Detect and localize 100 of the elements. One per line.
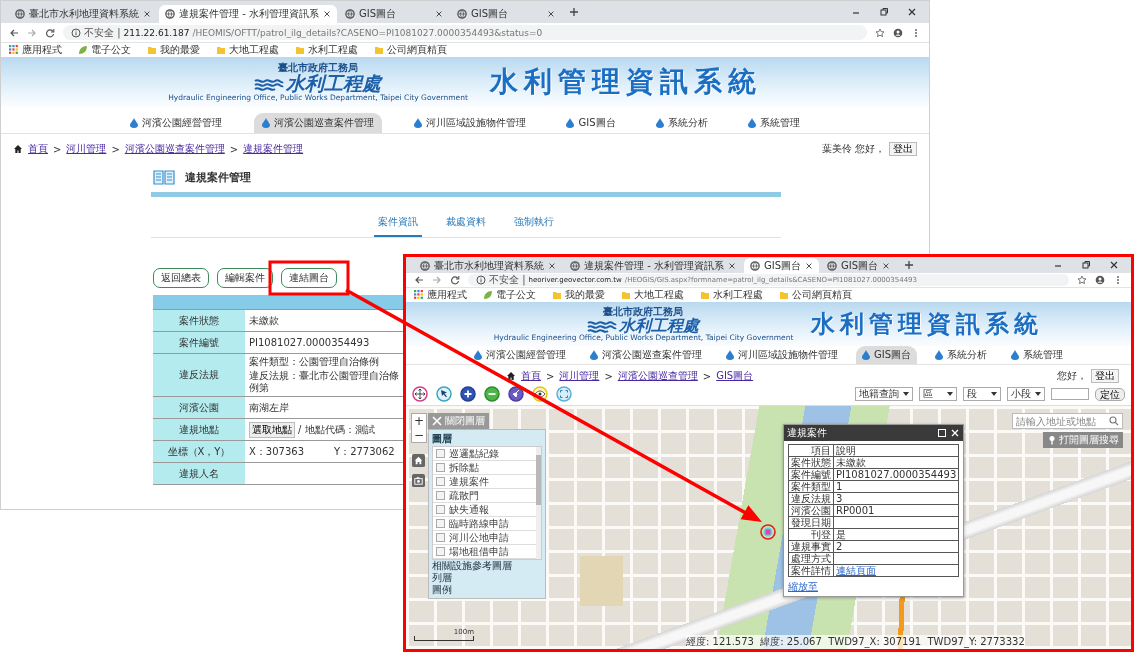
checkbox[interactable] <box>436 491 445 500</box>
star-icon[interactable] <box>1077 275 1087 285</box>
layer-section-link[interactable]: 列層 <box>432 572 542 584</box>
account-icon[interactable] <box>1095 275 1105 285</box>
breadcrumb-link[interactable]: 違規案件管理 <box>243 142 304 156</box>
layer-section-link[interactable]: 圖例 <box>432 584 542 596</box>
browser-tab[interactable]: GIS圖台 <box>821 258 897 273</box>
open-layer-search-button[interactable]: 打開圖層搜尋 <box>1043 432 1123 448</box>
bookmark-link[interactable]: 大地工程處 <box>216 43 279 57</box>
layer-section-link[interactable]: 相關設施參考圖層 <box>432 560 542 572</box>
action-button[interactable]: 編輯案件 <box>217 268 273 288</box>
logout-button[interactable]: 登出 <box>889 142 917 156</box>
breadcrumb-link[interactable]: 首頁 <box>521 369 541 383</box>
layer-checkbox-item[interactable]: 臨時路線申請 <box>433 517 536 531</box>
new-tab-icon[interactable] <box>904 260 915 270</box>
content-tab[interactable]: 強制執行 <box>510 211 558 237</box>
reload-icon[interactable] <box>45 27 55 38</box>
locate-button[interactable]: 定位 <box>1095 387 1125 401</box>
bookmark-link[interactable]: 電子公文 <box>78 43 131 57</box>
breadcrumb-link[interactable]: 河濱公園巡查案件管理 <box>124 142 225 156</box>
dropdown[interactable]: 段 <box>963 387 1001 401</box>
nav-menu-item[interactable]: 系統分析 <box>647 113 716 133</box>
close-tab-icon[interactable] <box>805 261 813 270</box>
close-tab-icon[interactable] <box>322 10 331 18</box>
nav-menu-item[interactable]: 河川區域設施物件管理 <box>719 346 844 364</box>
dropdown[interactable]: 區 <box>919 387 957 401</box>
checkbox[interactable] <box>436 505 445 514</box>
move-icon[interactable] <box>412 386 428 402</box>
account-icon[interactable] <box>893 27 903 38</box>
zoom-in-icon[interactable] <box>460 386 476 402</box>
browser-tab[interactable]: 違規案件管理 - 水利管理資訊系 <box>159 5 337 23</box>
zoom-in-button[interactable]: + <box>412 414 426 428</box>
home-icon[interactable] <box>412 454 425 467</box>
checkbox[interactable] <box>436 533 445 542</box>
nav-menu-item[interactable]: GIS圖台 <box>558 113 624 133</box>
close-tab-icon[interactable] <box>546 10 555 18</box>
select-location-button[interactable]: 選取地點 <box>249 421 295 438</box>
breadcrumb-link[interactable]: 河川管理 <box>66 142 107 156</box>
checkbox[interactable] <box>436 519 445 528</box>
checkbox[interactable] <box>436 449 445 458</box>
content-tab[interactable]: 裁處資料 <box>442 211 490 237</box>
pointer-icon[interactable] <box>436 386 452 402</box>
layer-checkbox-item[interactable]: 疏散門 <box>433 489 536 503</box>
nav-menu-item[interactable]: 河川區域設施物件管理 <box>406 113 535 133</box>
close-tab-icon[interactable] <box>548 261 556 270</box>
action-button[interactable]: 返回總表 <box>153 268 209 288</box>
browser-tab[interactable]: 違規案件管理 - 水利管理資訊系 <box>564 258 742 273</box>
close-tab-icon[interactable] <box>143 10 151 18</box>
layer-checkbox-item[interactable]: 拆除點 <box>433 461 536 475</box>
nav-menu-item[interactable]: GIS圖台 <box>855 346 917 364</box>
breadcrumb-link[interactable]: GIS圖台 <box>716 369 754 383</box>
restore-icon[interactable] <box>879 7 889 17</box>
bookmark-link[interactable]: 水利工程處 <box>295 43 358 57</box>
browser-tab[interactable]: 臺北市水利地理資料系統 <box>414 258 562 273</box>
address-field[interactable]: 不安全 | 211.22.61.187 /HEOMIS/OFTT/patrol_ilg_details?CASENO=PI1081027.0000354493&status=0 <box>63 25 867 40</box>
query-mode-dropdown[interactable]: 地籍查詢 <box>855 387 913 401</box>
layer-checkbox-item[interactable]: 巡邏點紀錄 <box>433 447 536 461</box>
restore-icon[interactable] <box>1081 260 1091 270</box>
logout-button[interactable]: 登出 <box>1091 369 1119 383</box>
checkbox[interactable] <box>436 547 445 556</box>
zoom-out-icon[interactable] <box>484 386 500 402</box>
breadcrumb-link[interactable]: 首頁 <box>28 142 48 156</box>
bookmark-link[interactable]: 大地工程處 <box>621 288 684 302</box>
input-field[interactable] <box>1051 388 1089 400</box>
bookmark-link[interactable]: 應用程式 <box>9 43 62 57</box>
nav-menu-item[interactable]: 河濱公園巡查案件管理 <box>254 113 383 133</box>
maximize-icon[interactable] <box>937 428 948 438</box>
back-arrow-icon[interactable] <box>9 27 19 38</box>
close-icon[interactable] <box>907 7 917 17</box>
nav-menu-item[interactable]: 系統管理 <box>739 113 808 133</box>
bookmark-link[interactable]: 公司網頁精頁 <box>779 288 852 302</box>
bookmark-link[interactable]: 公司網頁精頁 <box>374 43 447 57</box>
breadcrumb-link[interactable]: 河川管理 <box>559 369 600 383</box>
camera-icon[interactable] <box>412 474 425 487</box>
close-icon[interactable] <box>950 428 961 438</box>
bookmark-link[interactable]: 我的最愛 <box>147 43 200 57</box>
nav-menu-item[interactable]: 系統管理 <box>1005 346 1069 364</box>
zoom-to-link[interactable]: 縮放至 <box>788 580 818 594</box>
scrollbar[interactable] <box>536 447 541 559</box>
breadcrumb-link[interactable]: 河濱公園巡查管理 <box>617 369 698 383</box>
checkbox[interactable] <box>436 463 445 472</box>
new-tab-icon[interactable] <box>568 7 579 17</box>
nav-menu-item[interactable]: 河濱公園經營管理 <box>467 346 572 364</box>
bookmark-link[interactable]: 電子公文 <box>483 288 536 302</box>
back-arrow-icon[interactable] <box>414 275 424 285</box>
bookmark-link[interactable]: 水利工程處 <box>700 288 763 302</box>
layer-checkbox-item[interactable]: 場地租借申請 <box>433 545 536 559</box>
fullscreen-icon[interactable] <box>556 386 572 402</box>
action-button[interactable]: 連結圖台 <box>281 268 337 288</box>
browser-tab[interactable]: GIS圖台 <box>450 5 561 23</box>
checkbox[interactable] <box>436 477 445 486</box>
nav-menu-item[interactable]: 河濱公園經營管理 <box>122 113 231 133</box>
layer-checkbox-item[interactable]: 缺失通報 <box>433 503 536 517</box>
layer-checkbox-item[interactable]: 河川公地申請 <box>433 531 536 545</box>
content-tab[interactable]: 案件資訊 <box>374 211 422 237</box>
reload-icon[interactable] <box>450 275 460 285</box>
browser-tab[interactable]: GIS圖台 <box>743 258 819 273</box>
bookmark-link[interactable]: 我的最愛 <box>552 288 605 302</box>
star-icon[interactable] <box>875 27 885 38</box>
browser-tab[interactable]: 臺北市水利地理資料系統 <box>9 5 157 23</box>
